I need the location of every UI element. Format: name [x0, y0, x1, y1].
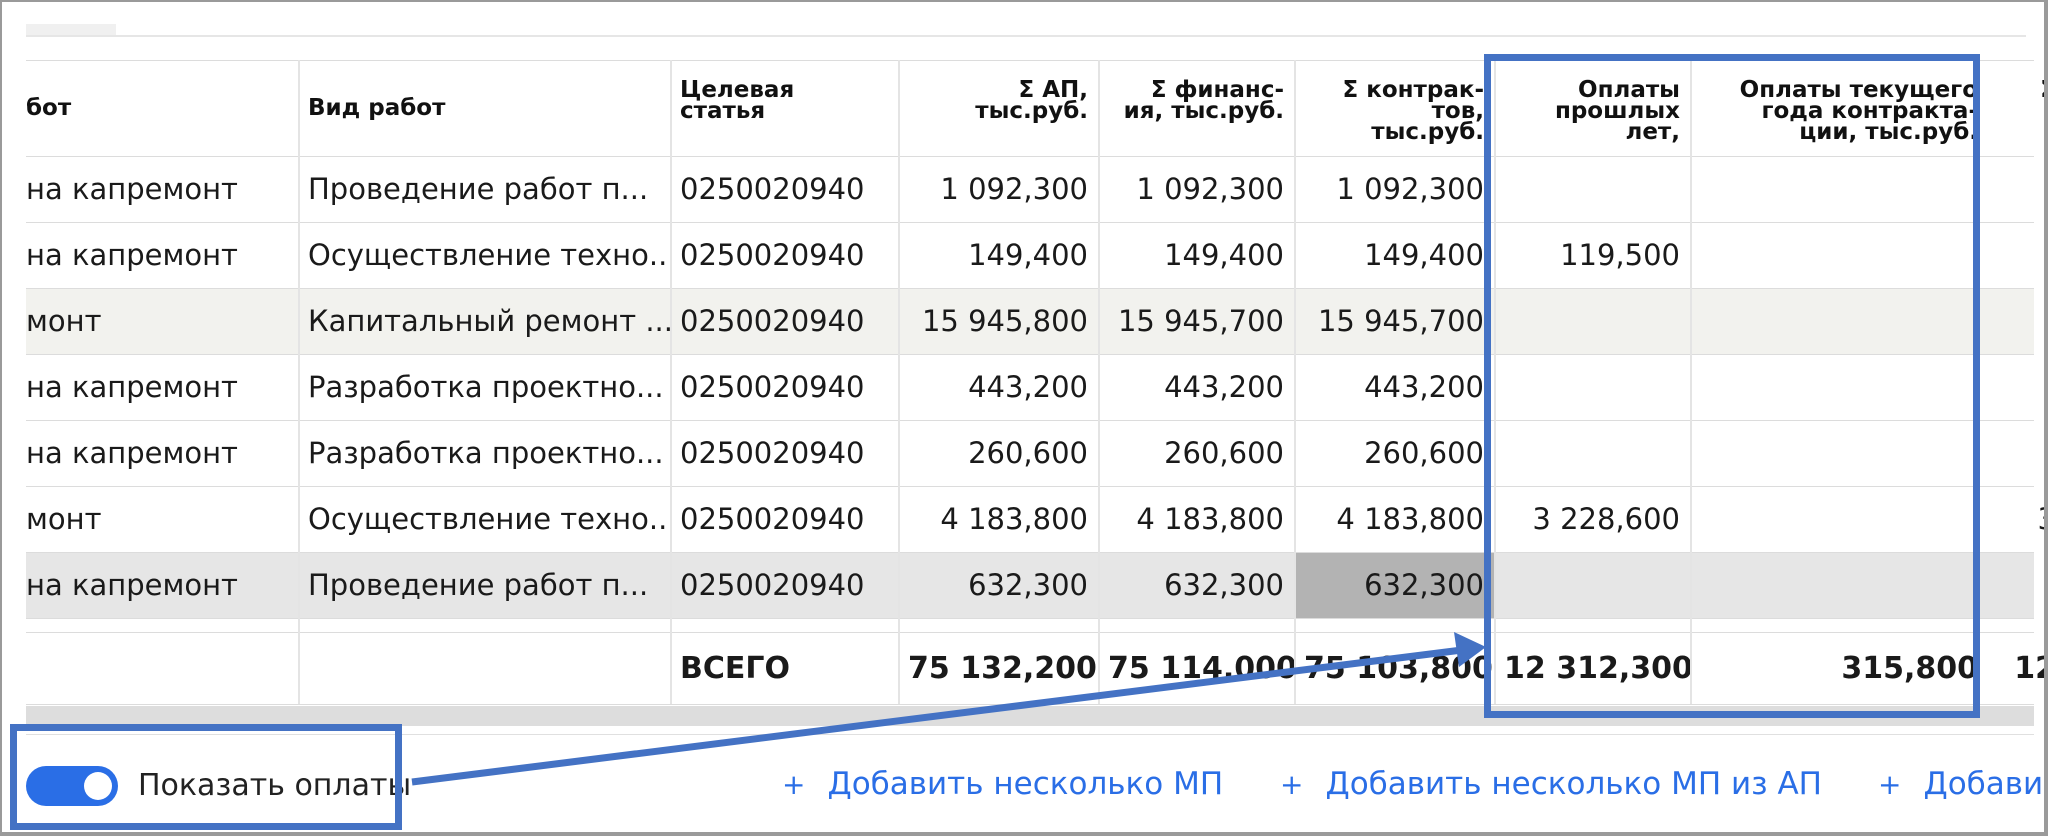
- add-multiple-mp-from-ap-button[interactable]: + Добавить несколько МП из АП: [1280, 764, 1822, 804]
- plus-icon: +: [1878, 768, 1902, 801]
- table-cell[interactable]: Разработка проектно...: [298, 354, 670, 420]
- column-header-sum-fin[interactable]: Σ финанс- ия, тыс.руб.: [1098, 60, 1294, 156]
- table-cell[interactable]: монт: [26, 486, 298, 552]
- table-cell[interactable]: на капремонт: [26, 420, 298, 486]
- table-cell[interactable]: Осуществление техно...: [298, 486, 670, 552]
- totals-sum-contracts: 75 103,800: [1304, 651, 1493, 686]
- totals-sum-ap: 75 132,200: [908, 651, 1097, 686]
- column-header-sum-contracts[interactable]: Σ контрак- тов, тыс.руб.: [1294, 60, 1494, 156]
- table-cell[interactable]: 260,600: [1098, 420, 1294, 486]
- table-cell[interactable]: монт: [26, 288, 298, 354]
- table-cell[interactable]: 443,200: [898, 354, 1098, 420]
- table-cell[interactable]: 0250020940: [670, 288, 898, 354]
- add-multiple-mp-button[interactable]: + Добавить несколько МП: [782, 764, 1223, 804]
- table-cell[interactable]: 149,400: [1294, 222, 1494, 288]
- totals-next: 12: [2014, 651, 2044, 686]
- table-cell[interactable]: 443,200: [1098, 354, 1294, 420]
- table-cell[interactable]: 15 945,800: [898, 288, 1098, 354]
- column-header-work-type-left[interactable]: бот: [26, 60, 298, 156]
- table-cell[interactable]: 1 092,300: [1098, 156, 1294, 222]
- table-cell[interactable]: 0250020940: [670, 156, 898, 222]
- table-cell[interactable]: на капремонт: [26, 552, 298, 618]
- table-cell[interactable]: Проведение работ п...: [298, 552, 670, 618]
- table-cell[interactable]: 632,300: [1098, 552, 1294, 618]
- table-cell[interactable]: Капитальный ремонт ...: [298, 288, 670, 354]
- table-cell[interactable]: 632,300: [898, 552, 1098, 618]
- table-cell[interactable]: Проведение работ п...: [298, 156, 670, 222]
- toggle-highlight: [10, 724, 402, 830]
- table-cell[interactable]: 149,400: [898, 222, 1098, 288]
- table-cell[interactable]: 4 183,800: [1098, 486, 1294, 552]
- payments-columns-highlight: [1484, 54, 1980, 718]
- table-cell[interactable]: 4 183,800: [898, 486, 1098, 552]
- column-header-next[interactable]: Σ: [1988, 60, 2044, 156]
- plus-icon: +: [782, 768, 806, 801]
- app-window: бот Вид работ Целевая статья Σ АП, тыс.руб.…: [0, 0, 2048, 836]
- table-cell[interactable]: 15 945,700: [1098, 288, 1294, 354]
- table-cell[interactable]: 0250020940: [670, 354, 898, 420]
- table-cell[interactable]: 1 092,300: [1294, 156, 1494, 222]
- table-cell[interactable]: [1988, 288, 2044, 354]
- table-cell[interactable]: 149,400: [1098, 222, 1294, 288]
- table-cell[interactable]: на капремонт: [26, 354, 298, 420]
- table-cell[interactable]: 1 092,300: [898, 156, 1098, 222]
- table-cell[interactable]: на капремонт: [26, 156, 298, 222]
- column-header-work-kind[interactable]: Вид работ: [298, 60, 670, 156]
- table-cell[interactable]: 443,200: [1294, 354, 1494, 420]
- table-cell[interactable]: [1988, 420, 2044, 486]
- table-cell[interactable]: 15 945,700: [1294, 288, 1494, 354]
- table-cell[interactable]: 0250020940: [670, 222, 898, 288]
- table-cell[interactable]: 4 183,800: [1294, 486, 1494, 552]
- table-cell[interactable]: [1988, 354, 2044, 420]
- table-cell[interactable]: на капремонт: [26, 222, 298, 288]
- totals-label: ВСЕГО: [680, 651, 790, 686]
- table-cell[interactable]: [1988, 156, 2044, 222]
- top-divider: [26, 35, 2026, 37]
- table-cell[interactable]: 0250020940: [670, 552, 898, 618]
- table-cell[interactable]: Разработка проектно...: [298, 420, 670, 486]
- table-cell[interactable]: 632,300: [1294, 552, 1494, 618]
- table-cell[interactable]: 0250020940: [670, 420, 898, 486]
- table-cell[interactable]: 0250020940: [670, 486, 898, 552]
- table-cell[interactable]: [1988, 552, 2044, 618]
- totals-sum-fin: 75 114,000: [1108, 651, 1294, 686]
- table-cell[interactable]: 3: [1988, 486, 2044, 552]
- table-cell[interactable]: 260,600: [1294, 420, 1494, 486]
- add-more-button[interactable]: + Добави: [1878, 764, 2043, 804]
- column-header-target-article[interactable]: Целевая статья: [670, 60, 898, 156]
- column-header-sum-ap[interactable]: Σ АП, тыс.руб.: [898, 60, 1098, 156]
- table-cell[interactable]: 260,600: [898, 420, 1098, 486]
- table-cell[interactable]: Осуществление техно...: [298, 222, 670, 288]
- table-cell[interactable]: [1988, 222, 2044, 288]
- plus-icon: +: [1280, 768, 1304, 801]
